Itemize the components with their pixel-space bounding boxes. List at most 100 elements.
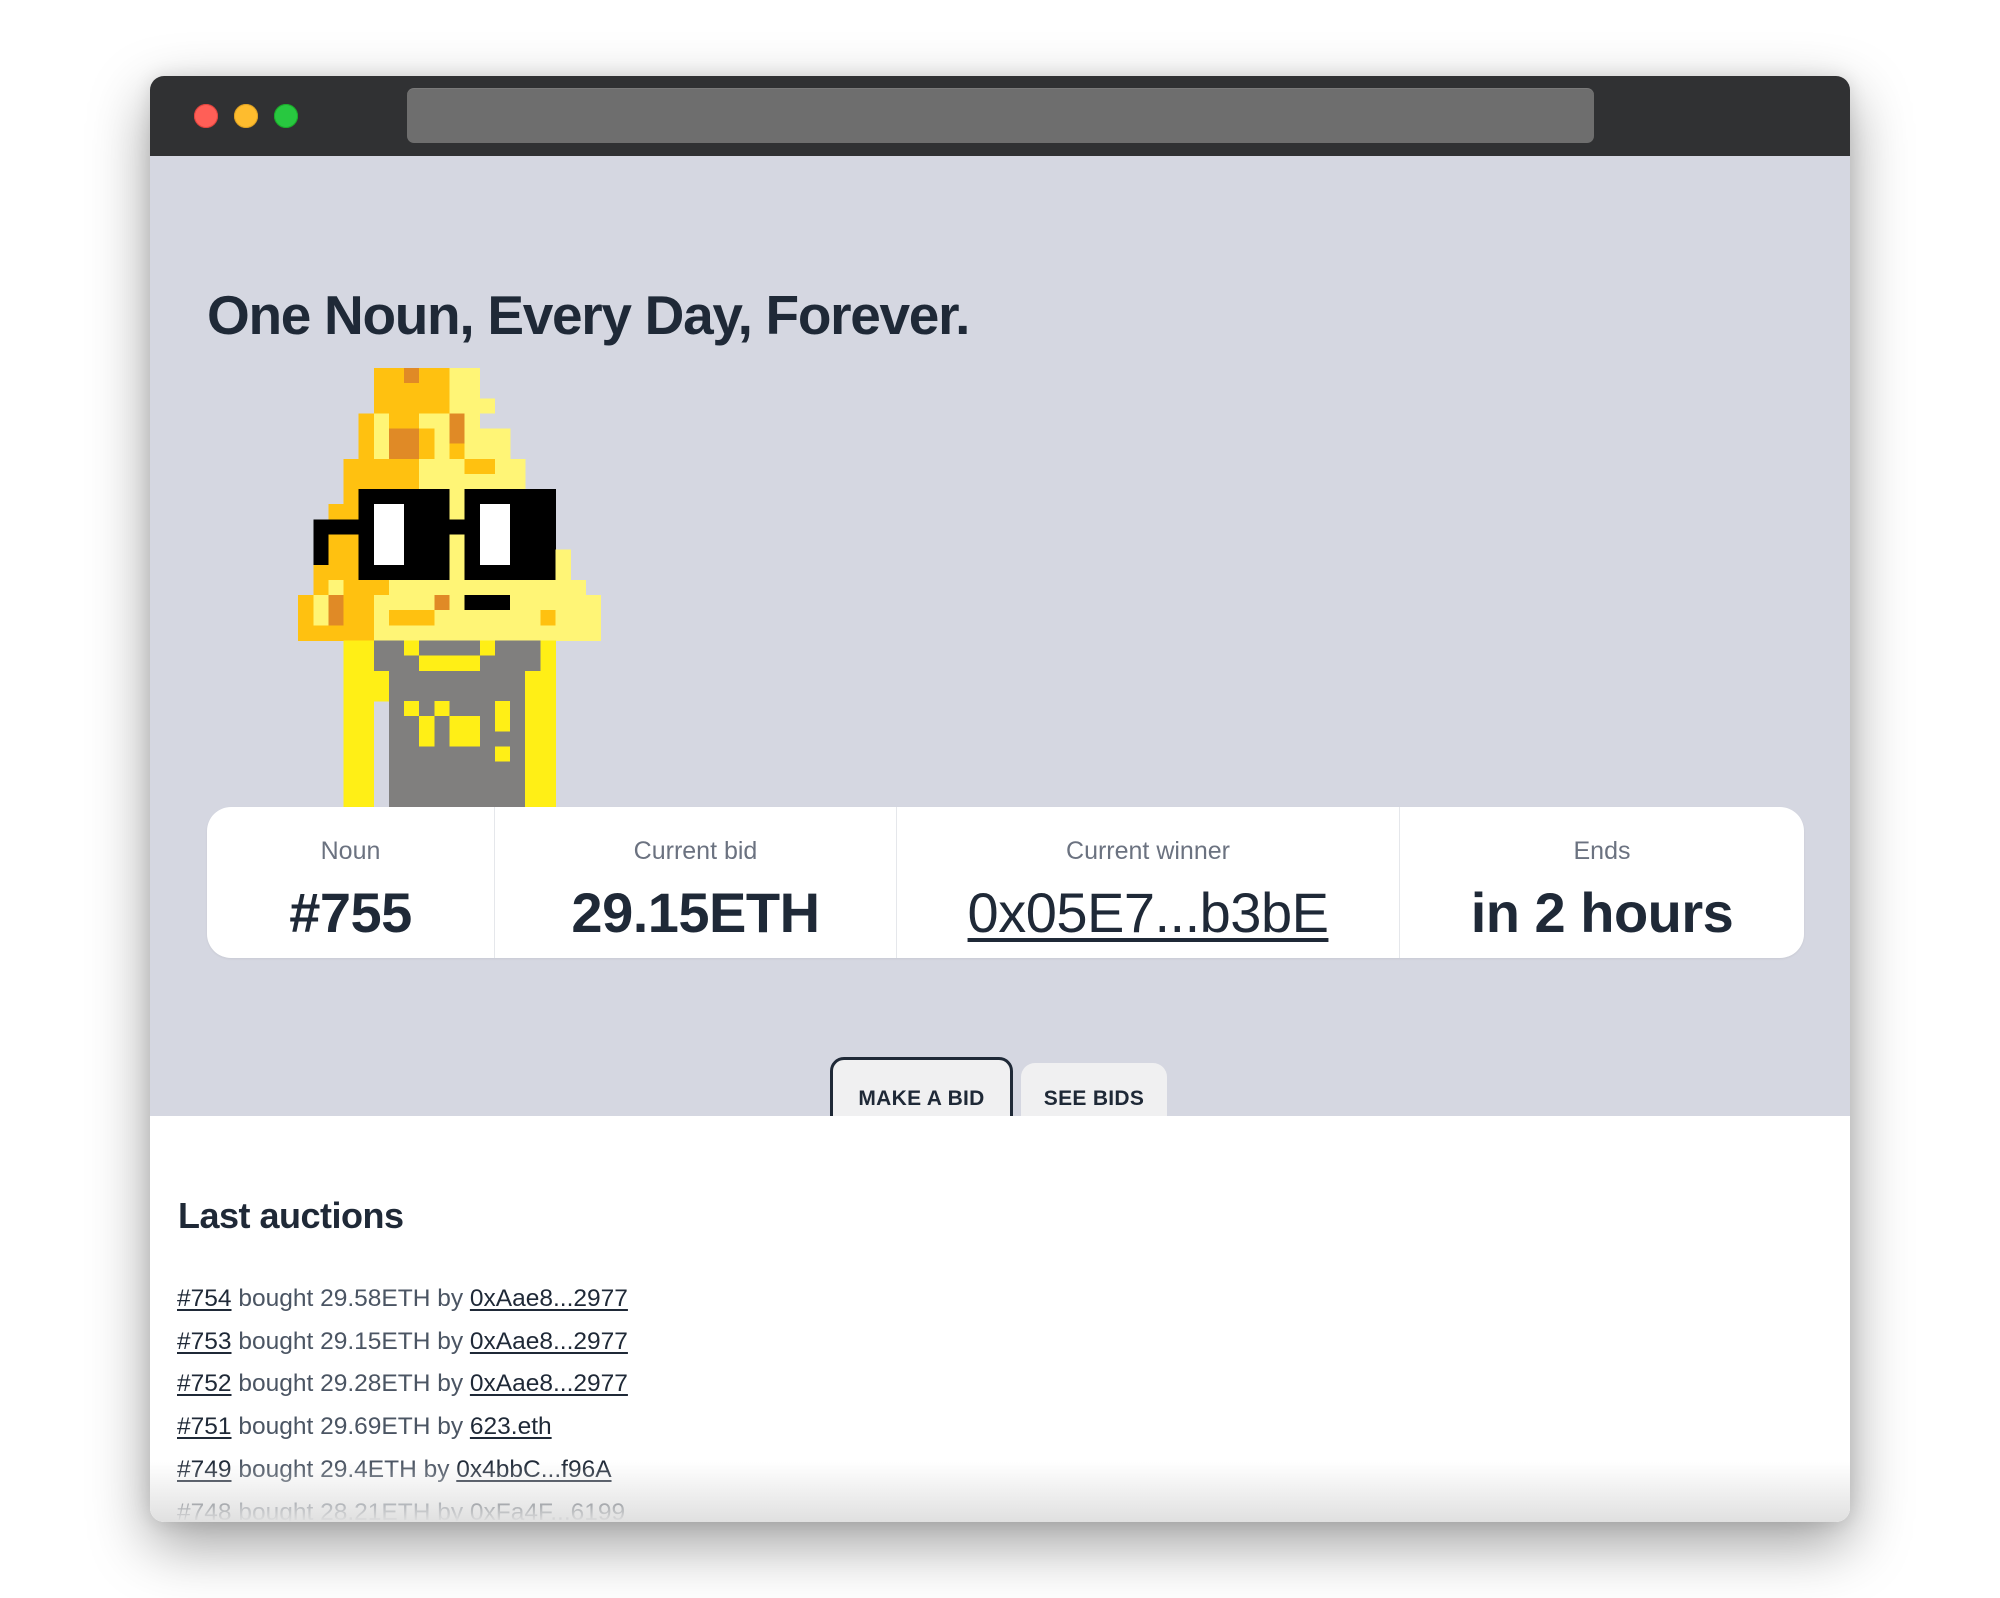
noun-pixel bbox=[358, 625, 375, 641]
noun-pixel bbox=[419, 701, 435, 717]
noun-pixel bbox=[343, 458, 359, 475]
noun-pixel bbox=[358, 458, 375, 475]
noun-pixel bbox=[464, 564, 481, 581]
noun-pixel bbox=[419, 731, 435, 747]
noun-pixel bbox=[328, 504, 344, 520]
auction-stats-card: Noun #755 Current bid 29.15ETH Current w… bbox=[207, 807, 1804, 958]
noun-pixel bbox=[434, 428, 450, 444]
noun-link[interactable]: #748 bbox=[177, 1499, 232, 1522]
address-bar[interactable] bbox=[407, 88, 1594, 143]
noun-pixel bbox=[494, 701, 511, 717]
buyer-link[interactable]: 0x4bbC...f96A bbox=[456, 1456, 611, 1483]
bought-text: bought bbox=[238, 1285, 321, 1312]
buyer-link[interactable]: 0xAae8...2977 bbox=[470, 1328, 628, 1355]
noun-pixel bbox=[298, 610, 314, 626]
noun-link[interactable]: #751 bbox=[177, 1413, 232, 1440]
noun-pixel bbox=[525, 579, 541, 596]
by-text: by bbox=[437, 1285, 470, 1312]
noun-pixel bbox=[313, 564, 329, 581]
noun-pixel bbox=[525, 685, 541, 702]
noun-pixel bbox=[555, 595, 571, 611]
noun-pixel bbox=[373, 473, 390, 490]
noun-pixel bbox=[479, 655, 496, 672]
noun-pixel bbox=[343, 655, 359, 672]
noun-pixel bbox=[494, 625, 511, 641]
noun-pixel bbox=[540, 549, 556, 566]
noun-link[interactable]: #752 bbox=[177, 1370, 232, 1397]
noun-pixel bbox=[494, 443, 511, 460]
noun-pixel bbox=[419, 383, 435, 399]
noun-pixel bbox=[555, 564, 571, 581]
noun-pixel bbox=[404, 413, 420, 429]
noun-pixel bbox=[479, 746, 496, 762]
buyer-link[interactable]: 0xAae8...2977 bbox=[470, 1285, 628, 1312]
stat-label: Current bid bbox=[633, 837, 758, 865]
noun-pixel bbox=[555, 549, 571, 566]
noun-pixel bbox=[570, 595, 587, 611]
noun-pixel bbox=[525, 504, 541, 520]
noun-pixel bbox=[388, 716, 405, 732]
noun-pixel bbox=[525, 701, 541, 717]
noun-pixel bbox=[373, 504, 390, 520]
noun-pixel bbox=[464, 383, 481, 399]
bought-text: bought bbox=[238, 1370, 321, 1398]
noun-pixel bbox=[328, 549, 344, 566]
buyer-link[interactable]: 0xFa4F...6199 bbox=[470, 1499, 625, 1522]
noun-pixel bbox=[434, 458, 450, 475]
noun-pixel bbox=[313, 579, 329, 596]
noun-image bbox=[298, 368, 601, 807]
stat-current-bid: Current bid 29.15ETH bbox=[495, 807, 897, 958]
noun-pixel bbox=[464, 519, 481, 535]
noun-pixel bbox=[358, 655, 375, 672]
by-text: by bbox=[423, 1455, 457, 1483]
noun-pixel bbox=[404, 398, 420, 414]
noun-pixel bbox=[479, 640, 496, 656]
noun-pixel bbox=[449, 383, 465, 399]
noun-pixel bbox=[585, 625, 601, 641]
noun-pixel bbox=[464, 458, 481, 475]
noun-pixel bbox=[419, 519, 435, 535]
noun-pixel bbox=[510, 534, 526, 550]
noun-pixel bbox=[373, 549, 390, 566]
noun-pixel bbox=[313, 549, 329, 566]
noun-pixel bbox=[570, 610, 587, 626]
noun-pixel bbox=[494, 655, 511, 672]
noun-pixel bbox=[419, 443, 435, 460]
noun-pixel bbox=[510, 579, 526, 596]
noun-link[interactable]: #753 bbox=[177, 1328, 232, 1355]
noun-pixel bbox=[419, 716, 435, 732]
noun-pixel bbox=[449, 443, 465, 460]
noun-pixel bbox=[434, 383, 450, 399]
bought-text: bought bbox=[238, 1455, 321, 1483]
noun-pixel bbox=[464, 489, 481, 505]
noun-pixel bbox=[479, 564, 496, 581]
noun-pixel bbox=[525, 549, 541, 566]
noun-pixel bbox=[464, 579, 481, 596]
noun-pixel bbox=[510, 473, 526, 490]
section-title: Last auctions bbox=[178, 1195, 404, 1236]
minimize-window-button[interactable] bbox=[234, 104, 258, 128]
noun-pixel bbox=[525, 716, 541, 732]
noun-pixel bbox=[434, 746, 450, 762]
noun-pixel bbox=[373, 534, 390, 550]
noun-pixel bbox=[479, 716, 496, 732]
noun-pixel bbox=[373, 489, 390, 505]
noun-pixel bbox=[449, 428, 465, 444]
noun-pixel bbox=[510, 640, 526, 656]
noun-pixel bbox=[388, 489, 405, 505]
noun-pixel bbox=[464, 655, 481, 672]
close-window-button[interactable] bbox=[194, 104, 218, 128]
buyer-link[interactable]: 623.eth bbox=[470, 1413, 552, 1440]
noun-link[interactable]: #754 bbox=[177, 1285, 232, 1312]
noun-pixel bbox=[404, 383, 420, 399]
noun-pixel bbox=[358, 504, 375, 520]
stat-label: Ends bbox=[1573, 837, 1631, 865]
noun-pixel bbox=[449, 761, 465, 778]
noun-pixel bbox=[449, 716, 465, 732]
noun-pixel bbox=[449, 685, 465, 702]
noun-pixel bbox=[434, 489, 450, 505]
maximize-window-button[interactable] bbox=[274, 104, 298, 128]
noun-link[interactable]: #749 bbox=[177, 1456, 232, 1483]
current-winner-link[interactable]: 0x05E7...b3bE bbox=[968, 885, 1329, 941]
buyer-link[interactable]: 0xAae8...2977 bbox=[470, 1370, 628, 1397]
